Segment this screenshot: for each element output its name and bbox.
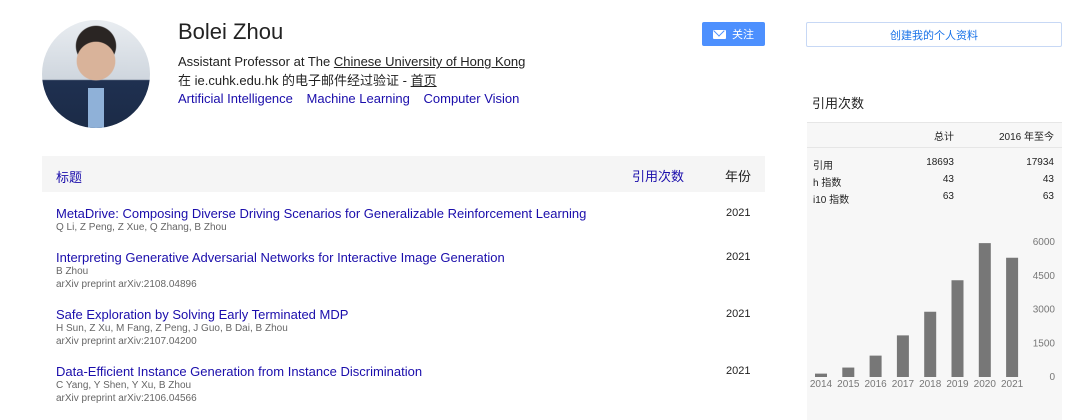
- publication-authors: H Sun, Z Xu, M Fang, Z Peng, J Guo, B Da…: [56, 323, 288, 334]
- profile-photo: [42, 20, 150, 128]
- chart-y-tick: 3000: [1033, 305, 1056, 316]
- chart-x-tick: 2016: [864, 379, 887, 390]
- publication-venue: arXiv preprint arXiv:2108.04896: [56, 279, 197, 290]
- citation-since-value: 63: [1042, 191, 1054, 202]
- verified-email-text: 在 ie.cuhk.edu.hk 的电子邮件经过验证 -: [178, 73, 411, 88]
- chart-x-tick: 2019: [946, 379, 969, 390]
- citation-row: i10 指数 63 63: [813, 191, 1054, 206]
- homepage-link[interactable]: 首页: [411, 73, 437, 88]
- chart-bar-2016[interactable]: [869, 355, 882, 377]
- publication-table-header: 标题 引用次数 年份: [42, 156, 765, 192]
- publication-title[interactable]: MetaDrive: Composing Diverse Driving Sce…: [56, 206, 756, 221]
- affiliation-link[interactable]: Chinese University of Hong Kong: [334, 54, 526, 69]
- publication-title[interactable]: Data-Efficient Instance Generation from …: [56, 364, 756, 379]
- publication-title[interactable]: Interpreting Generative Adversarial Netw…: [56, 250, 756, 265]
- publication-authors: C Yang, Y Shen, Y Xu, B Zhou: [56, 380, 192, 391]
- chart-x-tick: 2021: [1001, 379, 1024, 390]
- chart-bar-2014[interactable]: [815, 373, 827, 377]
- research-interests: Artificial Intelligence Machine Learning…: [178, 91, 529, 106]
- citation-stats-table: 总计 2016 年至今 引用 18693 17934 h 指数 43 43 i1…: [807, 123, 1062, 225]
- chart-bar-2021[interactable]: [1006, 257, 1019, 377]
- chart-x-tick: 2020: [974, 379, 997, 390]
- chart-bar-2018[interactable]: [924, 311, 937, 377]
- affiliation: Assistant Professor at The Chinese Unive…: [178, 54, 525, 69]
- publication-row: MetaDrive: Composing Diverse Driving Sce…: [56, 206, 756, 234]
- affiliation-prefix: Assistant Professor at The: [178, 54, 334, 69]
- citation-row-label: 引用: [813, 161, 833, 172]
- publication-year: 2021: [726, 251, 751, 263]
- citations-heading: 引用次数: [812, 96, 865, 111]
- create-profile-button[interactable]: 创建我的个人资料: [806, 22, 1062, 47]
- col-all: 总计: [934, 132, 954, 143]
- publication-year: 2021: [726, 365, 751, 377]
- citation-row-label[interactable]: i10 指数: [813, 191, 849, 206]
- chart-x-tick: 2014: [810, 379, 833, 390]
- chart-bar-2019[interactable]: [951, 280, 964, 377]
- sort-by-title[interactable]: 标题: [56, 167, 82, 186]
- mail-icon: [713, 29, 726, 39]
- publication-row: Safe Exploration by Solving Early Termin…: [56, 307, 756, 348]
- chart-bar-2015[interactable]: [842, 367, 855, 377]
- publication-authors: Q Li, Z Peng, Z Xue, Q Zhang, B Zhou: [56, 222, 227, 233]
- citation-row: 引用 18693 17934: [813, 157, 1054, 172]
- chart-x-tick: 2018: [919, 379, 942, 390]
- publication-year: 2021: [726, 308, 751, 320]
- verified-email: 在 ie.cuhk.edu.hk 的电子邮件经过验证 - 首页: [178, 70, 437, 89]
- interest-link[interactable]: Artificial Intelligence: [178, 91, 293, 106]
- citation-all-value: 18693: [926, 157, 954, 168]
- interest-link[interactable]: Computer Vision: [424, 91, 520, 106]
- publication-title[interactable]: Safe Exploration by Solving Early Termin…: [56, 307, 756, 322]
- chart-y-tick: 1500: [1033, 338, 1056, 349]
- chart-bar-2020[interactable]: [978, 243, 991, 377]
- chart-y-tick: 0: [1049, 372, 1055, 383]
- citation-since-value: 43: [1042, 174, 1054, 185]
- chart-x-tick: 2015: [837, 379, 860, 390]
- publication-row: Interpreting Generative Adversarial Netw…: [56, 250, 756, 291]
- chart-x-tick: 2017: [892, 379, 915, 390]
- citation-row-label[interactable]: h 指数: [813, 174, 841, 189]
- citation-row: h 指数 43 43: [813, 174, 1054, 189]
- publication-year: 2021: [726, 207, 751, 219]
- chart-y-tick: 6000: [1033, 237, 1056, 248]
- citation-all-value: 63: [942, 191, 954, 202]
- col-since: 2016 年至今: [998, 132, 1054, 143]
- follow-label: 关注: [732, 29, 754, 41]
- sort-by-year[interactable]: 年份: [725, 166, 751, 185]
- chart-y-tick: 4500: [1033, 271, 1056, 282]
- publication-authors: B Zhou: [56, 266, 89, 277]
- interest-link[interactable]: Machine Learning: [307, 91, 410, 106]
- profile-name: Bolei Zhou: [178, 19, 284, 44]
- follow-button[interactable]: 关注: [702, 22, 765, 46]
- chart-bar-2017[interactable]: [896, 335, 909, 377]
- citation-all-value: 43: [942, 174, 954, 185]
- publication-venue: arXiv preprint arXiv:2107.04200: [56, 336, 197, 347]
- citation-chart: 2014 2015 2016 2017 2018 2019 2020 2021 0 1500 300…: [810, 237, 1056, 390]
- citation-since-value: 17934: [1026, 157, 1054, 168]
- sort-by-citations[interactable]: 引用次数: [632, 166, 684, 185]
- publication-venue: arXiv preprint arXiv:2106.04566: [56, 393, 197, 404]
- publication-row: Data-Efficient Instance Generation from …: [56, 364, 756, 405]
